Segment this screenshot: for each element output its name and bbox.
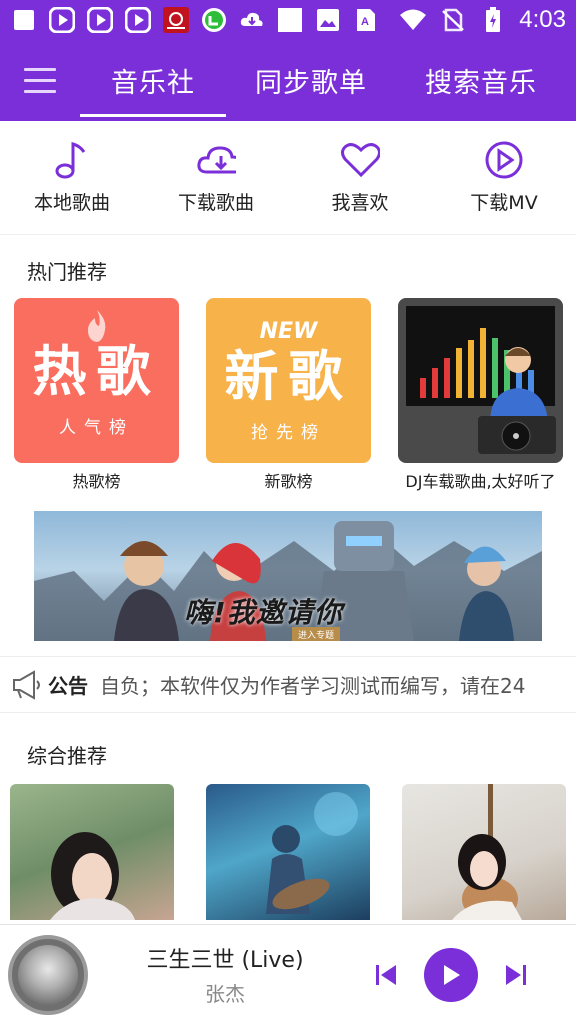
tab-label: 同步歌单: [255, 68, 367, 99]
wifi-icon: [399, 6, 427, 34]
recommend-list: [10, 784, 566, 920]
app-root: A 4:03 音乐社 同步歌单 搜索音乐 本地歌曲 下载歌曲 我喜欢 下载MV …: [0, 0, 576, 1024]
quick-actions: 本地歌曲 下载歌曲 我喜欢 下载MV: [0, 121, 576, 235]
cover-title: 新歌: [224, 344, 353, 408]
image-icon: [314, 6, 342, 34]
cover-subtitle: 抢先榜: [251, 422, 326, 443]
recommend-card[interactable]: [10, 784, 174, 920]
recommend-cover-image: [266, 792, 358, 914]
recommend-card[interactable]: [402, 784, 566, 920]
banner-headline: 嗨!我邀请你: [184, 596, 343, 629]
download-cloud-icon: [238, 6, 266, 34]
green-app-icon: [200, 6, 228, 34]
notification-icons: A: [10, 6, 380, 34]
quick-action-label: 本地歌曲: [33, 192, 110, 214]
favorites-button[interactable]: 我喜欢: [288, 121, 432, 234]
cover-title: 热歌: [32, 340, 161, 403]
no-sim-icon: [439, 6, 467, 34]
font-icon: A: [352, 6, 380, 34]
dj-illustration: [406, 306, 556, 454]
tab-sync-playlist[interactable]: 同步歌单: [226, 40, 396, 121]
new-songs-cover: NEW 新歌 抢先榜: [206, 298, 371, 463]
mini-player: 三生三世 (Live) 张杰: [0, 924, 576, 1024]
tab-label: 搜索音乐: [425, 68, 537, 99]
recommend-cover-image: [50, 832, 135, 920]
banner-enter-button[interactable]: 进入专题: [292, 627, 341, 641]
heart-icon: [340, 140, 380, 180]
square-icon: [10, 6, 38, 34]
play-circle-icon: [484, 140, 524, 180]
recommend-section-title: 综合推荐: [27, 744, 107, 768]
top-nav: 音乐社 同步歌单 搜索音乐: [0, 40, 576, 121]
hot-list: 热歌 人气榜 热歌榜 NEW 新歌 抢先榜 新歌榜 DJ车载歌曲,太好听了: [14, 298, 564, 492]
dj-songs-cover: [398, 298, 563, 463]
skip-previous-icon: [376, 964, 396, 985]
playback-controls: [366, 947, 536, 1002]
active-tab-indicator: [80, 114, 226, 117]
play-badge-icon: [48, 6, 76, 34]
next-button[interactable]: [496, 955, 536, 995]
battery-charging-icon: [479, 6, 507, 34]
hot-section-title: 热门推荐: [27, 260, 107, 284]
music-app-icon: [162, 6, 190, 34]
play-badge-icon: [124, 6, 152, 34]
notice-label: 公告: [48, 674, 88, 698]
play-icon: [444, 964, 460, 985]
play-badge-icon: [86, 6, 114, 34]
hot-songs-cover: 热歌 人气榜: [14, 298, 179, 463]
local-songs-button[interactable]: 本地歌曲: [0, 121, 144, 234]
cloud-download-icon: [196, 140, 236, 180]
album-art: [18, 944, 78, 1005]
new-songs-card[interactable]: NEW 新歌 抢先榜 新歌榜: [206, 298, 371, 492]
megaphone-icon: [13, 669, 40, 700]
notice-bar[interactable]: 公告 自负；本软件仅为作者学习测试而编写，请在24: [0, 656, 576, 713]
menu-button[interactable]: [0, 40, 80, 121]
track-title: 三生三世 (Live): [146, 948, 304, 973]
promo-banner[interactable]: 嗨!我邀请你 进入专题: [34, 511, 542, 641]
status-bar: A 4:03: [0, 0, 576, 40]
tab-label: 音乐社: [111, 68, 195, 99]
music-note-icon: [52, 140, 92, 180]
card-caption: 热歌榜: [72, 472, 121, 491]
system-indicators: 4:03: [399, 6, 566, 34]
card-caption: 新歌榜: [264, 472, 313, 491]
now-playing-info[interactable]: 三生三世 (Live) 张杰: [100, 942, 350, 1007]
quick-action-label: 下载歌曲: [177, 192, 254, 214]
skip-next-icon: [506, 964, 526, 985]
hamburger-icon: [24, 67, 56, 93]
flame-icon: [87, 310, 105, 342]
previous-button[interactable]: [366, 955, 406, 995]
quick-action-label: 我喜欢: [331, 192, 389, 214]
tab-music-club[interactable]: 音乐社: [80, 40, 226, 121]
svg-text:A: A: [361, 16, 369, 28]
card-caption: DJ车载歌曲,太好听了: [405, 472, 556, 491]
quick-action-label: 下载MV: [470, 192, 538, 214]
album-disc[interactable]: [8, 934, 88, 1015]
clock: 4:03: [519, 6, 566, 33]
play-button[interactable]: [424, 947, 478, 1002]
track-artist: 张杰: [205, 982, 245, 1006]
dj-songs-card[interactable]: DJ车载歌曲,太好听了: [398, 298, 563, 492]
hot-songs-card[interactable]: 热歌 人气榜 热歌榜: [14, 298, 179, 492]
new-tag: NEW: [259, 318, 318, 344]
cover-subtitle: 人气榜: [59, 418, 134, 438]
notice-text: 自负；本软件仅为作者学习测试而编写，请在24: [100, 674, 526, 698]
tab-search-music[interactable]: 搜索音乐: [396, 40, 566, 121]
download-mv-button[interactable]: 下载MV: [432, 121, 576, 234]
recommend-cover-image: [452, 784, 522, 920]
download-songs-button[interactable]: 下载歌曲: [144, 121, 288, 234]
recommend-card[interactable]: [206, 784, 370, 920]
square-icon: [276, 6, 304, 34]
